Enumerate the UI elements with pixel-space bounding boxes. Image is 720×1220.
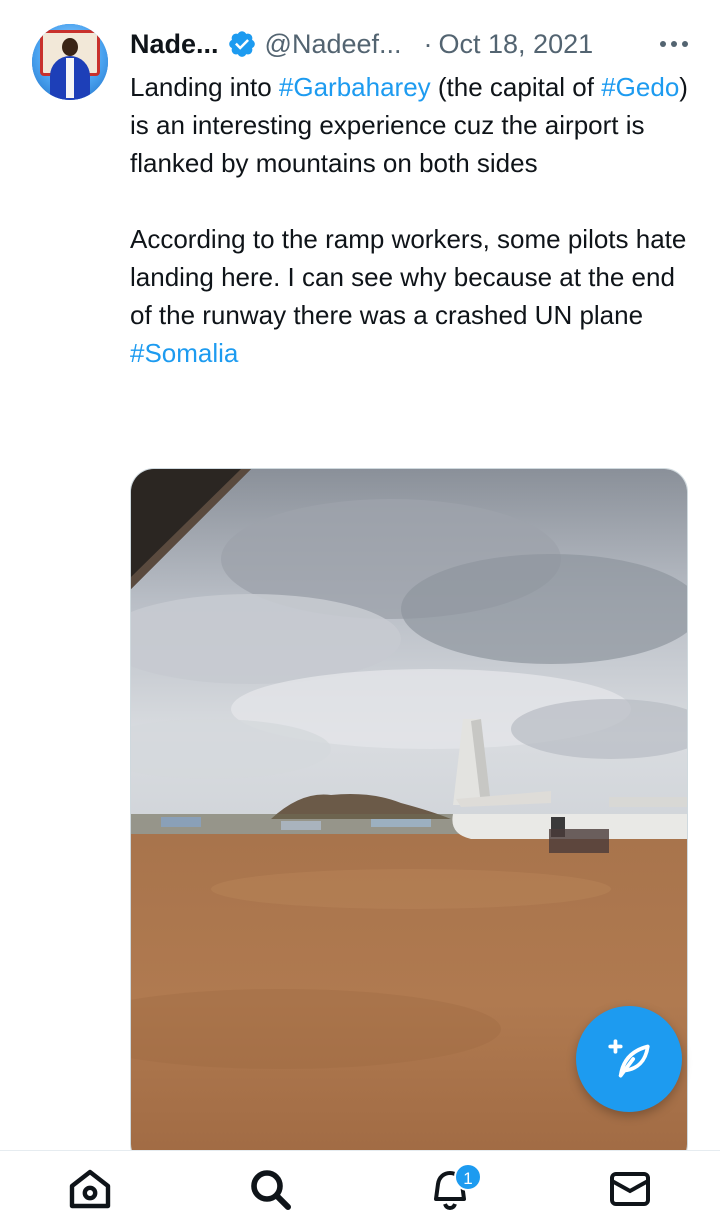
nav-messages[interactable] (600, 1165, 660, 1217)
tweet-text: Landing into #Garbaharey (the capital of… (130, 68, 700, 372)
envelope-icon (610, 1172, 650, 1206)
more-options-icon[interactable] (656, 30, 692, 58)
tweet-paragraph-1: Landing into #Garbaharey (the capital of… (130, 68, 700, 182)
avatar[interactable] (32, 24, 108, 100)
compose-tweet-button[interactable] (576, 1006, 682, 1112)
hashtag-gedo[interactable]: #Gedo (601, 72, 679, 102)
author-name[interactable]: Nade... (130, 29, 219, 60)
tweet-header: Nade... @Nadeef... · Oct 18, 2021 (130, 24, 692, 64)
tweet-text-segment: (the capital of (430, 72, 602, 102)
tweet-paragraph-2: According to the ramp workers, some pilo… (130, 224, 687, 330)
search-icon (251, 1170, 291, 1210)
nav-notifications[interactable]: 1 (420, 1163, 482, 1217)
author-handle[interactable]: @Nadeef... (265, 29, 402, 60)
hashtag-somalia[interactable]: #Somalia (130, 334, 700, 372)
home-icon (69, 1169, 111, 1209)
bottom-navigation: 1 (0, 1150, 720, 1220)
notification-count-badge: 1 (454, 1163, 482, 1191)
tweet-date[interactable]: Oct 18, 2021 (439, 29, 594, 60)
hashtag-garbaharey[interactable]: #Garbaharey (279, 72, 431, 102)
nav-home[interactable] (60, 1165, 120, 1217)
separator-dot: · (423, 28, 433, 59)
verified-badge-icon (228, 31, 255, 57)
tweet-text-segment: Landing into (130, 72, 279, 102)
nav-search[interactable] (240, 1165, 300, 1217)
tweet[interactable]: Nade... @Nadeef... · Oct 18, 2021 Landin… (0, 0, 720, 1150)
compose-feather-plus-icon (608, 1039, 650, 1078)
